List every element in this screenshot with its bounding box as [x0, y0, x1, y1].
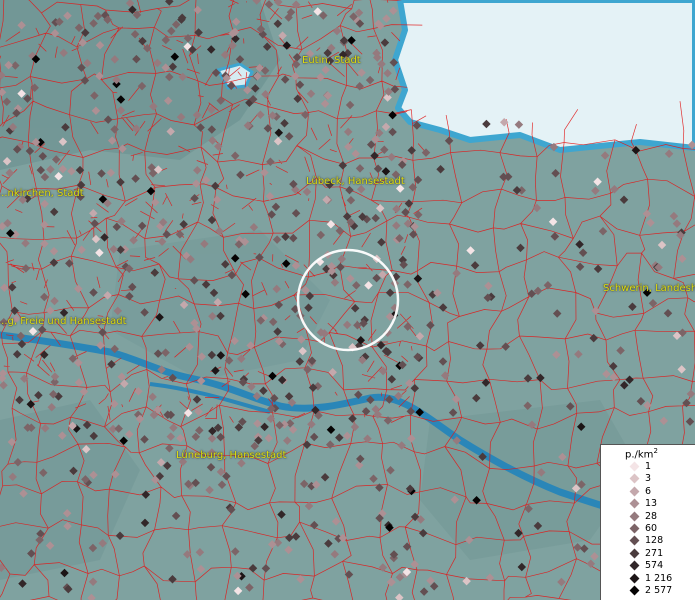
legend-row: 271 — [601, 548, 695, 560]
legend-label: 28 — [645, 510, 658, 522]
baltic-sea — [392, 0, 695, 153]
legend-label: 1 — [645, 461, 652, 472]
legend-label: 2 577 — [645, 585, 673, 596]
legend-label: 128 — [645, 535, 664, 547]
legend-label: 1 216 — [645, 572, 673, 584]
legend-row: 6 — [601, 486, 695, 498]
city-label-neumuenster: ...nkirchen, Stadt — [0, 188, 84, 199]
city-label-hamburg: ...g, Freie und Hansestadt — [0, 316, 127, 327]
legend-label: 60 — [645, 523, 658, 534]
legend-label: 6 — [645, 485, 652, 497]
legend-title-unit: p./km — [625, 449, 654, 461]
legend-label: 13 — [645, 498, 658, 510]
legend-swatch-icon — [629, 523, 640, 534]
legend-label: 271 — [645, 547, 664, 559]
city-label-eutin: Eutin, Stadt — [302, 55, 361, 66]
legend-swatch-icon — [629, 473, 640, 484]
city-label-schwerin: Schwerin, Landesh... — [603, 283, 695, 294]
legend-swatch-icon — [629, 560, 640, 571]
legend-swatch-icon — [629, 511, 640, 522]
city-label-lueneburg: Lüneburg, Hansestadt — [176, 450, 287, 461]
legend-title-sup: 2 — [653, 447, 658, 455]
legend-swatch-icon — [629, 548, 640, 559]
legend-swatch-icon — [629, 461, 640, 472]
legend-row: 28 — [601, 511, 695, 523]
legend-swatch-icon — [629, 535, 640, 546]
density-map[interactable] — [0, 0, 695, 600]
legend-row: 128 — [601, 535, 695, 547]
legend-swatch-icon — [629, 573, 640, 584]
legend-row: 2 577 — [601, 585, 695, 597]
legend-row: 1 216 — [601, 573, 695, 585]
legend-row: 13 — [601, 498, 695, 510]
city-label-luebeck: Lübeck, Hansestadt — [306, 176, 405, 187]
legend-row: 574 — [601, 560, 695, 572]
legend-swatch-icon — [629, 498, 640, 509]
legend-swatch-icon — [629, 486, 640, 497]
legend-row: 3 — [601, 473, 695, 485]
legend-title: p./km2 — [625, 447, 658, 460]
legend-swatch-icon — [629, 585, 640, 596]
legend-row: 60 — [601, 523, 695, 535]
density-legend: p./km2 1 3 6 13 28 60 128 271 574 1 216 2 577 — [600, 444, 695, 600]
legend-row: 1 — [601, 461, 695, 473]
legend-label: 3 — [645, 473, 652, 485]
legend-label: 574 — [645, 560, 664, 572]
